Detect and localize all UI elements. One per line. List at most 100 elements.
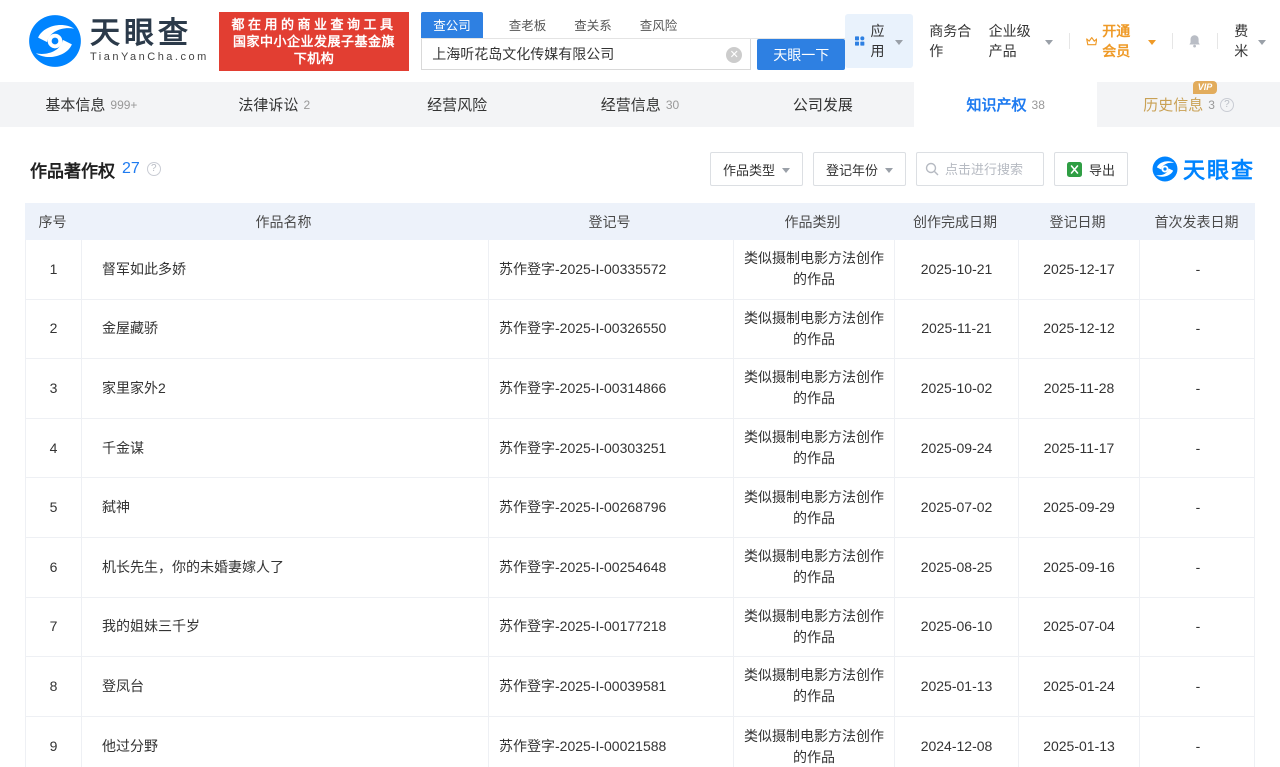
search-icon: [925, 162, 939, 176]
tab-operating-risk[interactable]: 经营风险: [366, 82, 549, 127]
main-content: 作品著作权 27 作品类型 登记年份: [0, 151, 1280, 767]
table-cell: 类似摄制电影方法创作的作品: [733, 359, 894, 418]
table-row: 7我的姐妹三千岁苏作登字-2025-I-00177218类似摄制电影方法创作的作…: [26, 598, 1254, 658]
search-tab-company[interactable]: 查公司: [421, 12, 483, 38]
promo-line-1: 都在用的商业查询工具: [229, 16, 399, 33]
table-cell: 弑神: [81, 478, 488, 537]
export-label: 导出: [1089, 160, 1115, 179]
table-cell: -: [1139, 300, 1256, 359]
enterprise-products-link[interactable]: 企业级产品: [989, 21, 1053, 61]
tab-label: 历史信息: [1143, 97, 1203, 114]
help-icon[interactable]: [1220, 98, 1234, 112]
search-button[interactable]: 天眼一下: [757, 39, 845, 70]
table-cell: 类似摄制电影方法创作的作品: [733, 419, 894, 478]
table-cell: 苏作登字-2025-I-00303251: [488, 419, 733, 478]
tab-count: 999+: [110, 98, 137, 112]
tab-label: 经营风险: [427, 94, 487, 115]
table-cell: 机长先生，你的未婚妻嫁人了: [81, 538, 488, 597]
tab-label: 公司发展: [793, 94, 853, 115]
search-tabs: 查公司 查老板 查关系 查风险: [421, 12, 845, 39]
table-row: 5弑神苏作登字-2025-I-00268796类似摄制电影方法创作的作品2025…: [26, 478, 1254, 538]
table-cell: 我的姐妹三千岁: [81, 598, 488, 657]
company-search-input[interactable]: [421, 39, 751, 70]
apps-button[interactable]: 应用: [845, 14, 913, 68]
section-title: 作品著作权: [30, 157, 115, 182]
table-body: 1督军如此多娇苏作登字-2025-I-00335572类似摄制电影方法创作的作品…: [25, 240, 1255, 767]
table-cell: 类似摄制电影方法创作的作品: [733, 717, 894, 767]
table-cell: -: [1139, 419, 1256, 478]
tab-intellectual-property[interactable]: 知识产权 38: [914, 82, 1097, 127]
tab-basic-info[interactable]: 基本信息 999+: [0, 82, 183, 127]
table-search-box[interactable]: [916, 152, 1044, 186]
reg-year-filter[interactable]: 登记年份: [813, 152, 906, 186]
table-cell: 2025-06-10: [894, 598, 1018, 657]
search-tab-risk[interactable]: 查风险: [638, 12, 680, 38]
top-nav: 应用 商务合作 企业级产品 开通会员 费米: [845, 14, 1266, 68]
table-cell: 2025-01-13: [894, 657, 1018, 716]
table-cell: 苏作登字-2025-I-00021588: [488, 717, 733, 767]
chevron-down-icon: [895, 40, 903, 45]
table-cell: 2025-11-28: [1018, 359, 1139, 418]
table-cell: 1: [26, 240, 81, 299]
table-header-row: 序号 作品名称 登记号 作品类别 创作完成日期 登记日期 首次发表日期: [25, 203, 1255, 240]
tab-history-info[interactable]: 历史信息 VIP 3: [1097, 82, 1280, 127]
watermark-text: 天眼查: [1183, 153, 1255, 185]
table-cell: 2025-10-02: [894, 359, 1018, 418]
search-tab-relations[interactable]: 查关系: [572, 12, 614, 38]
nav-divider: [1217, 33, 1218, 49]
section-header: 作品著作权 27 作品类型 登记年份: [30, 151, 1255, 187]
table-cell: 督军如此多娇: [81, 240, 488, 299]
user-menu[interactable]: 费米: [1234, 21, 1266, 61]
vip-membership-link[interactable]: 开通会员: [1086, 21, 1156, 61]
tab-label: 经营信息: [601, 94, 661, 115]
table-cell: 6: [26, 538, 81, 597]
table-cell: -: [1139, 538, 1256, 597]
export-button[interactable]: 导出: [1054, 152, 1128, 186]
table-cell: 2025-07-02: [894, 478, 1018, 537]
column-header: 作品名称: [80, 203, 487, 240]
business-coop-link[interactable]: 商务合作: [929, 21, 972, 61]
table-cell: -: [1139, 240, 1256, 299]
reg-year-filter-label: 登记年份: [826, 160, 878, 179]
table-row: 6机长先生，你的未婚妻嫁人了苏作登字-2025-I-00254648类似摄制电影…: [26, 538, 1254, 598]
work-type-filter-label: 作品类型: [723, 160, 775, 179]
apps-grid-icon: [855, 34, 864, 48]
notifications-bell-icon[interactable]: [1188, 32, 1201, 50]
apps-label: 应用: [871, 21, 890, 61]
copyright-works-table: 序号 作品名称 登记号 作品类别 创作完成日期 登记日期 首次发表日期 1督军如…: [25, 203, 1255, 767]
tab-legal-proceedings[interactable]: 法律诉讼 2: [183, 82, 366, 127]
table-cell: 类似摄制电影方法创作的作品: [733, 300, 894, 359]
table-cell: 2025-01-24: [1018, 657, 1139, 716]
logo-domain-text: TianYanCha.com: [90, 51, 209, 63]
section-count: 27: [122, 160, 140, 178]
search-tab-boss[interactable]: 查老板: [507, 12, 549, 38]
table-cell: 2025-11-17: [1018, 419, 1139, 478]
table-row: 1督军如此多娇苏作登字-2025-I-00335572类似摄制电影方法创作的作品…: [26, 240, 1254, 300]
tianyancha-logo[interactable]: 天眼查 TianYanCha.com: [28, 14, 209, 68]
table-cell: 他过分野: [81, 717, 488, 767]
logo-brand-text: 天眼查: [90, 19, 209, 49]
enterprise-products-label: 企业级产品: [989, 21, 1040, 61]
table-cell: 家里家外2: [81, 359, 488, 418]
column-header: 登记日期: [1017, 203, 1138, 240]
table-cell: 2025-01-13: [1018, 717, 1139, 767]
tab-label: 法律诉讼: [238, 94, 298, 115]
table-cell: 7: [26, 598, 81, 657]
table-cell: 2: [26, 300, 81, 359]
table-cell: 2025-11-21: [894, 300, 1018, 359]
table-row: 2金屋藏骄苏作登字-2025-I-00326550类似摄制电影方法创作的作品20…: [26, 300, 1254, 360]
table-row: 4千金谋苏作登字-2025-I-00303251类似摄制电影方法创作的作品202…: [26, 419, 1254, 479]
chevron-down-icon: [1045, 40, 1053, 45]
tab-company-development[interactable]: 公司发展: [731, 82, 914, 127]
nav-divider: [1069, 33, 1070, 49]
table-cell: 8: [26, 657, 81, 716]
chevron-down-icon: [885, 168, 893, 173]
tab-operating-info[interactable]: 经营信息 30: [549, 82, 732, 127]
help-icon[interactable]: [147, 162, 161, 176]
table-cell: 苏作登字-2025-I-00314866: [488, 359, 733, 418]
column-header: 作品类别: [732, 203, 893, 240]
table-cell: 2025-09-16: [1018, 538, 1139, 597]
table-search-input[interactable]: [945, 162, 1035, 177]
work-type-filter[interactable]: 作品类型: [710, 152, 803, 186]
table-cell: 2025-09-24: [894, 419, 1018, 478]
